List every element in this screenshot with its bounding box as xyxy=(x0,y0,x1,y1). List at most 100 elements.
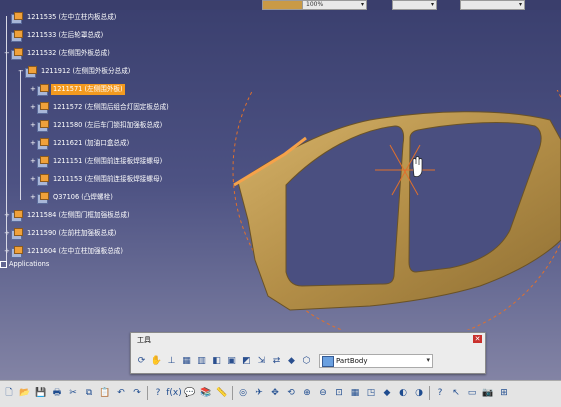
partbody-icon xyxy=(322,355,334,367)
iso-view-icon[interactable]: ◳ xyxy=(365,386,377,399)
tree-node-label: 1211533 (左后轮罩总成) xyxy=(27,30,104,39)
part-icon xyxy=(37,83,49,96)
snap-icon[interactable]: ▥ xyxy=(195,355,208,368)
formula-icon[interactable]: ⬡ xyxy=(300,355,313,368)
tree-line xyxy=(20,70,21,200)
tree-node-label: 1211571 (左侧围外板) xyxy=(51,83,125,95)
zoom-field[interactable]: 100% ▾ xyxy=(302,0,367,10)
cursor-icon[interactable]: ↖ xyxy=(450,386,462,399)
rotate-icon[interactable]: ⟲ xyxy=(285,386,297,399)
tree-node[interactable]: +1211621 (加油口盒总成) xyxy=(30,136,131,150)
paste-icon[interactable]: 📋 xyxy=(99,386,111,399)
expand-icon[interactable]: + xyxy=(30,175,36,182)
tree-node[interactable]: +1211584 (左侧围门框加强板总成) xyxy=(4,208,132,222)
extra-icon[interactable]: ⊞ xyxy=(498,386,510,399)
expand-icon[interactable]: + xyxy=(30,85,36,92)
part-icon xyxy=(11,11,23,24)
tree-applications-node[interactable]: Applications xyxy=(0,260,49,268)
compass-icon[interactable]: ◎ xyxy=(237,386,249,399)
layer-field[interactable]: ▾ xyxy=(460,0,525,10)
part-icon xyxy=(37,119,49,132)
zoom-out-icon[interactable]: ⊖ xyxy=(317,386,329,399)
tree-node[interactable]: +1211151 (左侧围前连接板焊接螺母) xyxy=(30,154,164,168)
hand-icon[interactable]: ✋ xyxy=(150,355,163,368)
axis-icon[interactable]: ⊥ xyxy=(165,355,178,368)
tree-node[interactable]: +1211580 (左后车门锁扣加强板总成) xyxy=(30,118,164,132)
part-icon xyxy=(37,137,49,150)
expand-icon[interactable]: + xyxy=(30,103,36,110)
part-icon[interactable]: ▣ xyxy=(225,355,238,368)
3d-model-viewport[interactable] xyxy=(210,90,561,330)
knowledge-icon[interactable]: 💬 xyxy=(184,386,196,399)
tree-node[interactable]: +1211604 (左中立柱加强板总成) xyxy=(4,244,125,258)
tree-node[interactable]: 1211535 (左中立柱内板总成) xyxy=(4,10,118,24)
chevron-down-icon: ▾ xyxy=(430,1,434,8)
cut-icon[interactable]: ✂ xyxy=(67,386,79,399)
whats-this-icon[interactable]: ? xyxy=(152,386,164,399)
tree-node-label: 1211590 (左前柱加强板总成) xyxy=(27,228,117,237)
expand-icon[interactable]: + xyxy=(30,139,36,146)
tree-node-label: 1211912 (左侧围外板分总成) xyxy=(41,66,131,75)
tree-node[interactable]: −1211912 (左侧围外板分总成) xyxy=(18,64,132,78)
swap-visible-icon[interactable]: ◑ xyxy=(413,386,425,399)
formula-icon[interactable]: f(x) xyxy=(166,386,182,399)
grid-icon[interactable]: ▦ xyxy=(180,355,193,368)
close-icon[interactable]: ✕ xyxy=(473,335,482,343)
help-icon[interactable]: ? xyxy=(434,386,446,399)
measure-icon[interactable]: ⇲ xyxy=(255,355,268,368)
shading-icon[interactable]: ◆ xyxy=(381,386,393,399)
analysis-icon[interactable]: ◩ xyxy=(240,355,253,368)
tree-node[interactable]: +1211590 (左前柱加强板总成) xyxy=(4,226,118,240)
part-icon xyxy=(25,65,37,78)
save-icon[interactable]: 💾 xyxy=(35,386,47,399)
hide-show-icon[interactable]: ◐ xyxy=(397,386,409,399)
window-icon[interactable]: ▭ xyxy=(466,386,478,399)
tree-node[interactable]: 1211533 (左后轮罩总成) xyxy=(4,28,105,42)
zoom-in-icon[interactable]: ⊕ xyxy=(301,386,313,399)
tree-node-label: 1211151 (左侧围前连接板焊接螺母) xyxy=(53,156,163,165)
tree-node-label: 1211580 (左后车门锁扣加强板总成) xyxy=(53,120,163,129)
print-icon[interactable]: 🖶 xyxy=(51,386,63,399)
tree-node-label: 1211572 (左侧围后组合灯固定板总成) xyxy=(53,102,169,111)
expand-icon[interactable]: + xyxy=(30,121,36,128)
tree-node[interactable]: −1211532 (左侧围外板总成) xyxy=(4,46,112,60)
tree-node-label: 1211604 (左中立柱加强板总成) xyxy=(27,246,123,255)
normal-view-icon[interactable]: ⊡ xyxy=(333,386,345,399)
part-icon xyxy=(37,101,49,114)
update-icon[interactable]: ⟳ xyxy=(135,355,148,368)
expand-icon[interactable]: + xyxy=(30,157,36,164)
tools-toolbar-panel[interactable]: 工具 ✕ ⟳ ✋ ⊥ ▦ ▥ ◧ ▣ ◩ ⇲ ⇄ ◆ ⬡ PartBody ▾ xyxy=(130,332,486,374)
param-icon[interactable]: ◆ xyxy=(285,355,298,368)
tree-node-label: Q37106 (凸焊螺栓) xyxy=(53,192,113,201)
tools-panel-title: 工具 xyxy=(137,336,151,344)
toolbar-separator xyxy=(147,386,148,400)
bottom-toolbar: 🗋 📂 💾 🖶 ✂ ⧉ 📋 ↶ ↷? f(x) 💬 📚 📏 ◎ ✈ ✥ ⟲ ⊕ ⊖ ⊡ ▦ ◳ ◆ ◐ ◑? ↖ ▭ 📷 ⊞ xyxy=(0,380,561,407)
camera-icon[interactable]: 📷 xyxy=(482,386,494,399)
partbody-dropdown[interactable]: PartBody ▾ xyxy=(319,354,433,368)
tree-node[interactable]: + Q37106 (凸焊螺栓) xyxy=(30,190,115,204)
tree-node[interactable]: +1211153 (左侧围前连接板焊接螺母) xyxy=(30,172,164,186)
open-icon[interactable]: 📂 xyxy=(19,386,31,399)
catalog-icon[interactable]: 📚 xyxy=(200,386,212,399)
applications-icon xyxy=(0,260,7,268)
color-swatch-field[interactable] xyxy=(262,0,303,10)
copy-icon[interactable]: ⧉ xyxy=(83,386,95,399)
linetype-field[interactable]: ▾ xyxy=(392,0,437,10)
new-icon[interactable]: 🗋 xyxy=(3,386,15,399)
measure-icon[interactable]: 📏 xyxy=(216,386,228,399)
undo-icon[interactable]: ↶ xyxy=(115,386,127,399)
redo-icon[interactable]: ↷ xyxy=(131,386,143,399)
applications-label: Applications xyxy=(9,260,50,268)
part-icon xyxy=(37,191,49,204)
swap-icon[interactable]: ⇄ xyxy=(270,355,283,368)
pan-icon[interactable]: ✥ xyxy=(269,386,281,399)
tree-node[interactable]: +1211572 (左侧围后组合灯固定板总成) xyxy=(30,100,171,114)
part-icon xyxy=(11,47,23,60)
tools-row: ⟳ ✋ ⊥ ▦ ▥ ◧ ▣ ◩ ⇲ ⇄ ◆ ⬡ PartBody ▾ xyxy=(135,353,433,369)
expand-icon[interactable]: + xyxy=(30,193,36,200)
fly-icon[interactable]: ✈ xyxy=(253,386,265,399)
block-icon[interactable]: ◧ xyxy=(210,355,223,368)
multi-view-icon[interactable]: ▦ xyxy=(349,386,361,399)
toolbar-separator xyxy=(429,386,430,400)
tree-node[interactable]: +1211571 (左侧围外板) xyxy=(30,82,125,96)
